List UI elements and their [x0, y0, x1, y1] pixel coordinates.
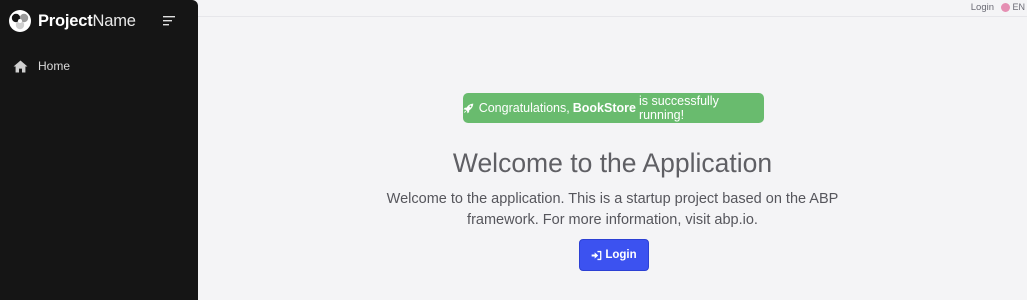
sign-in-icon: [591, 250, 602, 260]
top-bar: Login EN: [198, 0, 1027, 17]
welcome-description-line2: framework. For more information, visit a…: [467, 212, 758, 228]
project-logo-icon: [9, 10, 31, 32]
brand[interactable]: ProjectName: [8, 8, 136, 34]
brand-name-light: Name: [92, 11, 136, 30]
rocket-icon: [463, 103, 474, 113]
brand-name-bold: Project: [38, 11, 93, 30]
language-selector[interactable]: EN: [1001, 2, 1025, 12]
login-button-label: Login: [605, 249, 637, 261]
banner-app-name: BookStore: [572, 101, 636, 115]
login-button[interactable]: Login: [579, 239, 649, 271]
app-root: ProjectName Home Login EN Congratulation…: [0, 0, 1027, 300]
banner-prefix: Congratulations,: [478, 101, 570, 115]
language-label: EN: [1012, 2, 1025, 12]
globe-icon: [1001, 2, 1011, 12]
brand-name: ProjectName: [38, 12, 136, 31]
menu-toggle-icon[interactable]: [163, 15, 177, 27]
success-banner: Congratulations, BookStore is successful…: [463, 93, 764, 123]
banner-suffix: is successfully running!: [638, 94, 719, 122]
home-icon: [13, 59, 28, 73]
main-content: Congratulations, BookStore is successful…: [198, 18, 1027, 300]
sidebar-item-label: Home: [38, 59, 71, 73]
welcome-description: Welcome to the application. This is a st…: [198, 189, 1027, 231]
sidebar: ProjectName Home: [0, 0, 198, 300]
sidebar-item-home[interactable]: Home: [13, 57, 70, 75]
page-title: Welcome to the Application: [452, 148, 773, 178]
topbar-login-link[interactable]: Login: [971, 2, 994, 13]
welcome-description-line1: Welcome to the application. This is a st…: [386, 191, 839, 207]
